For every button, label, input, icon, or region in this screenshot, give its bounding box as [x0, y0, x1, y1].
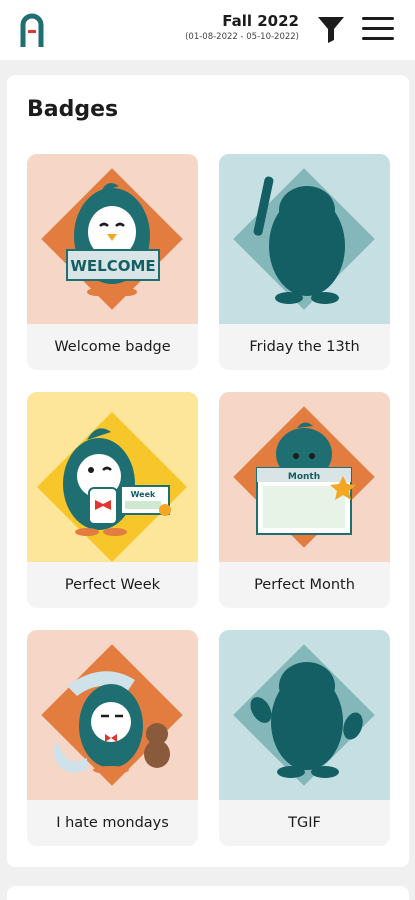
welcome-penguin-icon: WELCOME [27, 154, 198, 324]
perfect-month-penguin-icon: Month [219, 392, 390, 562]
week-sign-text: Week [131, 490, 156, 499]
badges-title: Badges [27, 97, 119, 122]
badge-label: Perfect Month [254, 577, 355, 593]
badge-welcome[interactable]: WELCOME Welcome badge [27, 154, 198, 370]
perfect-week-penguin-icon: Week [27, 392, 198, 562]
badge-perfect-week[interactable]: Week Perfect Week [27, 392, 198, 608]
badge-label: Welcome badge [54, 339, 171, 355]
badge-label: Perfect Week [64, 577, 161, 593]
welcome-sign-text: WELCOME [70, 257, 155, 275]
badge-friday-the-13th[interactable]: Friday the 13th [219, 154, 390, 370]
badge-perfect-month[interactable]: Month Perfect Month [219, 392, 390, 608]
term-selector[interactable]: Fall 2022 (01-08-2022 - 05-10-2022) [185, 12, 299, 43]
filter-icon[interactable] [316, 14, 346, 44]
locked-silhouette-icon [219, 154, 390, 324]
top-bar: Fall 2022 (01-08-2022 - 05-10-2022) [0, 0, 415, 60]
badge-label: TGIF [288, 815, 321, 831]
next-section-card [7, 886, 409, 900]
locked-silhouette-icon [219, 630, 390, 800]
badge-label: I hate mondays [56, 815, 169, 831]
badge-tgif[interactable]: TGIF [219, 630, 390, 846]
term-date-range: (01-08-2022 - 05-10-2022) [185, 32, 299, 42]
app-logo-icon[interactable] [20, 13, 44, 47]
hamburger-menu-icon[interactable] [362, 16, 396, 42]
badge-i-hate-mondays[interactable]: I hate mondays [27, 630, 198, 846]
month-sign-text: Month [288, 472, 320, 482]
term-title: Fall 2022 [222, 12, 299, 30]
badge-label: Friday the 13th [249, 339, 360, 355]
sleepy-penguin-icon [27, 630, 198, 800]
badges-card: Badges WELCOME Welcome badge Friday the … [7, 75, 409, 867]
